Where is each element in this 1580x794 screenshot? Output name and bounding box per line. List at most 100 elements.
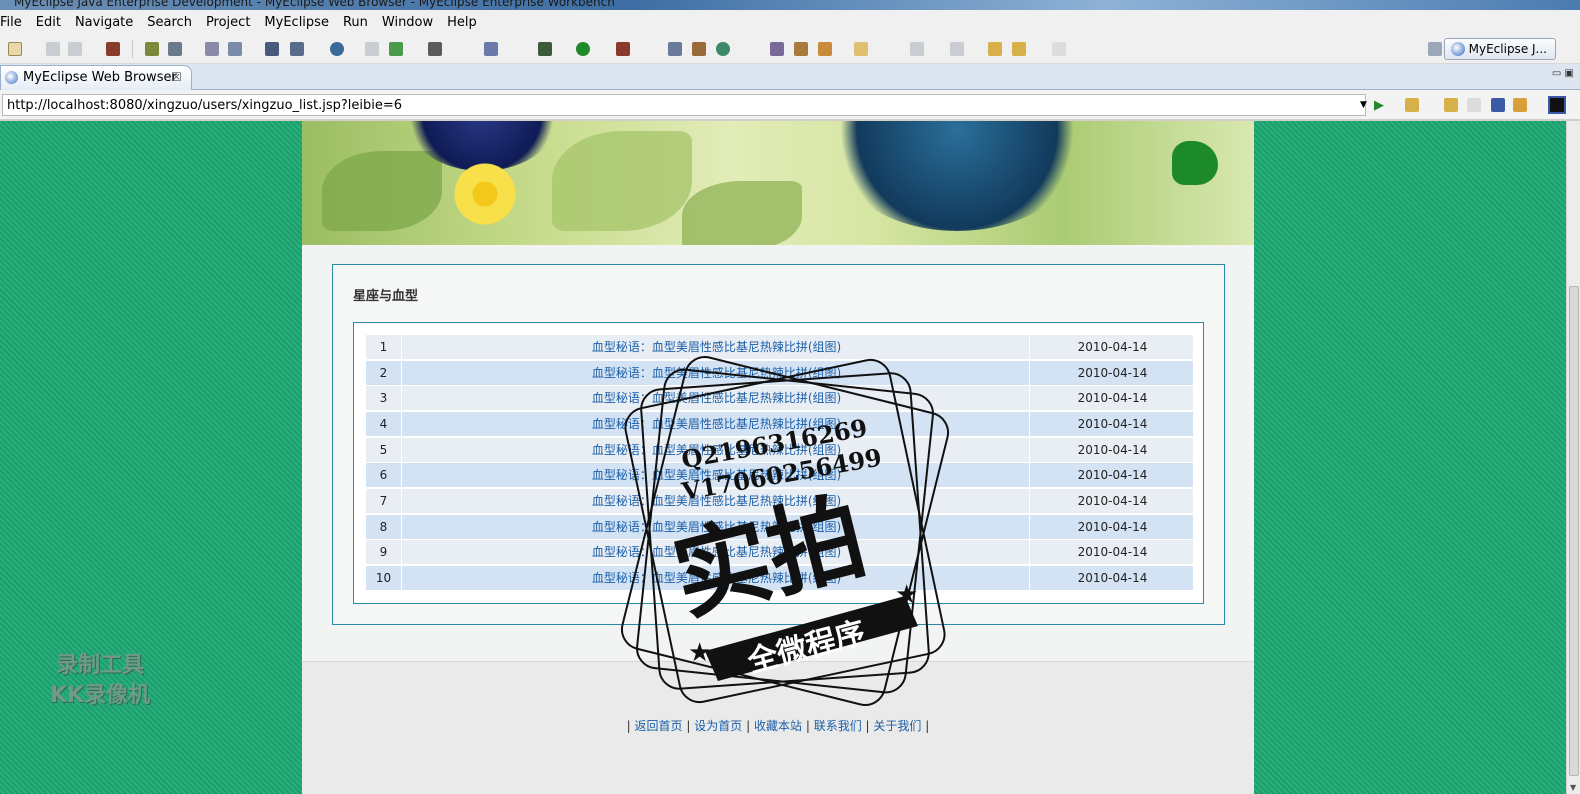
package-icon[interactable] [106, 42, 120, 56]
row-number: 9 [366, 540, 402, 564]
last-edit-icon[interactable] [988, 42, 1002, 56]
perspective-label: MyEclipse J... [1468, 42, 1547, 56]
back-icon[interactable] [1444, 98, 1458, 112]
folder-open-icon[interactable] [818, 42, 832, 56]
menu-bar: File Edit Navigate Search Project MyEcli… [0, 10, 1580, 34]
new-wizard-icon[interactable] [484, 42, 498, 56]
perspective-switcher[interactable]: MyEclipse J... [1443, 38, 1556, 60]
external-tools-icon[interactable] [616, 42, 630, 56]
header-banner-image [302, 121, 1254, 245]
new-file-icon[interactable] [8, 42, 22, 56]
favorites-icon[interactable] [1405, 98, 1419, 112]
article-date: 2010-04-14 [1077, 545, 1148, 559]
scrollbar-thumb[interactable] [1569, 286, 1579, 776]
server-icon[interactable] [168, 42, 182, 56]
stamp-watermark: Q2196316269 V17060256499 实拍 全微程序 ★ ★ [620, 356, 950, 706]
menu-search[interactable]: Search [141, 15, 200, 30]
globe-icon [5, 71, 18, 84]
web-globe-icon[interactable] [330, 42, 344, 56]
next-annotation-icon[interactable] [910, 42, 924, 56]
article-date: 2010-04-14 [1077, 417, 1148, 431]
footer-link-set-homepage[interactable]: 设为首页 [694, 719, 742, 733]
footer-link-home[interactable]: 返回首页 [635, 719, 683, 733]
star-icon: ★ [895, 580, 918, 610]
tab-web-browser[interactable]: MyEclipse Web Browser ☒ [0, 65, 192, 90]
class-icon[interactable] [668, 42, 682, 56]
row-number: 5 [366, 438, 402, 462]
stop-icon[interactable] [1491, 98, 1505, 112]
row-number: 1 [366, 335, 402, 359]
open-perspective-icon[interactable] [770, 42, 784, 56]
footer-link-bookmark[interactable]: 收藏本站 [754, 719, 802, 733]
package-explorer-icon[interactable] [692, 42, 706, 56]
save-all-icon[interactable] [68, 42, 82, 56]
myeclipse-icon [1450, 42, 1465, 56]
scroll-down-icon[interactable]: ▼ [1570, 783, 1576, 792]
toolbar-separator [132, 40, 133, 58]
prev-annotation-icon[interactable] [950, 42, 964, 56]
window-titlebar: MyEclipse Java Enterprise Development - … [0, 0, 1580, 10]
deploy-icon[interactable] [145, 42, 159, 56]
row-number: 4 [366, 412, 402, 436]
article-date: 2010-04-14 [1077, 571, 1148, 585]
article-date: 2010-04-14 [1077, 366, 1148, 380]
menu-edit[interactable]: Edit [30, 15, 69, 30]
menu-file[interactable]: File [0, 15, 30, 30]
footer-link-about[interactable]: 关于我们 [873, 719, 921, 733]
minimize-maximize-icon[interactable]: ▭ ▣ [1552, 68, 1574, 79]
menu-navigate[interactable]: Navigate [69, 15, 141, 30]
camera-icon[interactable] [428, 42, 442, 56]
folder-icon[interactable] [854, 42, 868, 56]
new-jsp-icon[interactable] [290, 42, 304, 56]
recorder-watermark: 录制工具 KK录像机 [30, 651, 170, 711]
tab-label: MyEclipse Web Browser [23, 70, 177, 85]
editor-tab-bar: MyEclipse Web Browser ☒ ▭ ▣ [0, 64, 1580, 90]
row-number: 7 [366, 489, 402, 513]
go-icon[interactable]: ▶ [1374, 98, 1388, 113]
article-date: 2010-04-14 [1077, 494, 1148, 508]
forward-icon[interactable] [1467, 98, 1481, 112]
article-date: 2010-04-14 [1077, 468, 1148, 482]
back-arrow-icon[interactable] [1012, 42, 1026, 56]
menu-window[interactable]: Window [376, 15, 441, 30]
menu-myeclipse[interactable]: MyEclipse [258, 15, 337, 30]
article-date: 2010-04-14 [1077, 520, 1148, 534]
close-icon[interactable]: ☒ [171, 66, 182, 89]
browser-menu-icon[interactable] [1548, 96, 1566, 114]
row-number: 3 [366, 386, 402, 410]
url-input[interactable] [2, 94, 1366, 116]
debug-icon[interactable] [538, 42, 552, 56]
open-resource-icon[interactable] [228, 42, 242, 56]
recorder-line2: KK录像机 [49, 683, 151, 708]
save-icon[interactable] [46, 42, 60, 56]
row-number: 2 [366, 361, 402, 385]
row-number: 8 [366, 515, 402, 539]
recorder-line1: 录制工具 [55, 653, 144, 678]
refresh-icon[interactable] [716, 42, 730, 56]
pin-icon[interactable] [794, 42, 808, 56]
article-date: 2010-04-14 [1077, 443, 1148, 457]
open-type-icon[interactable] [205, 42, 219, 56]
browser-viewport: 录制工具 KK录像机 星座与血型 1 血型秘语：血型美眉性感比基尼热辣比拼(组图… [0, 121, 1566, 794]
open-perspective-grid-icon[interactable] [1428, 42, 1442, 56]
window-title: MyEclipse Java Enterprise Development - … [14, 0, 615, 9]
forward-arrow-icon[interactable] [1052, 42, 1066, 56]
footer-link-contact[interactable]: 联系我们 [814, 719, 862, 733]
menu-help[interactable]: Help [441, 15, 485, 30]
menu-project[interactable]: Project [200, 15, 258, 30]
new-web-project-icon[interactable] [265, 42, 279, 56]
print-icon[interactable] [365, 42, 379, 56]
article-date: 2010-04-14 [1077, 340, 1148, 354]
run-icon[interactable] [576, 42, 590, 56]
vertical-scrollbar[interactable]: ▼ [1566, 121, 1580, 794]
add-icon[interactable] [389, 42, 403, 56]
chevron-down-icon[interactable]: ▼ [1360, 100, 1367, 110]
row-number: 6 [366, 463, 402, 487]
article-date: 2010-04-14 [1077, 391, 1148, 405]
section-title: 星座与血型 [353, 289, 419, 304]
menu-run[interactable]: Run [337, 15, 376, 30]
banner-flower [452, 161, 518, 227]
banner-orb-right [832, 121, 1082, 231]
star-icon: ★ [688, 638, 711, 668]
refresh-page-icon[interactable] [1513, 98, 1527, 112]
